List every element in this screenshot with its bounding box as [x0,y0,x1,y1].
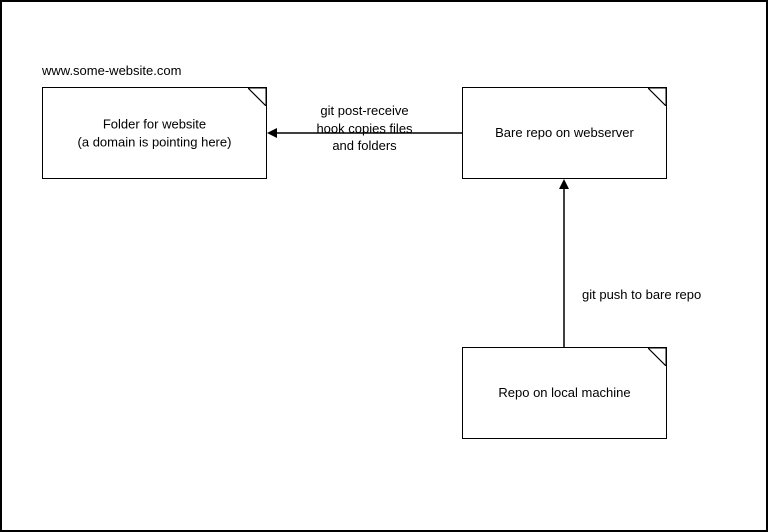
post-receive-label: git post-receive hook copies files and f… [302,102,427,155]
diagram-canvas: www.some-website.com Folder for website … [0,0,768,532]
website-folder-line2: (a domain is pointing here) [78,134,232,149]
website-folder-line1: Folder for website [103,116,206,131]
local-repo-box: Repo on local machine [462,347,667,439]
post-receive-line2: hook copies files [316,121,412,136]
website-folder-box: Folder for website (a domain is pointing… [42,87,267,179]
website-folder-text: Folder for website (a domain is pointing… [43,115,266,150]
dog-ear-icon [648,348,666,366]
local-repo-text: Repo on local machine [463,384,666,402]
dog-ear-icon [648,88,666,106]
bare-repo-text: Bare repo on webserver [463,124,666,142]
push-arrow [557,179,571,347]
domain-url-label: www.some-website.com [42,62,181,80]
dog-ear-icon [248,88,266,106]
post-receive-line3: and folders [332,138,396,153]
push-label: git push to bare repo [582,286,701,304]
bare-repo-box: Bare repo on webserver [462,87,667,179]
post-receive-line1: git post-receive [320,103,408,118]
